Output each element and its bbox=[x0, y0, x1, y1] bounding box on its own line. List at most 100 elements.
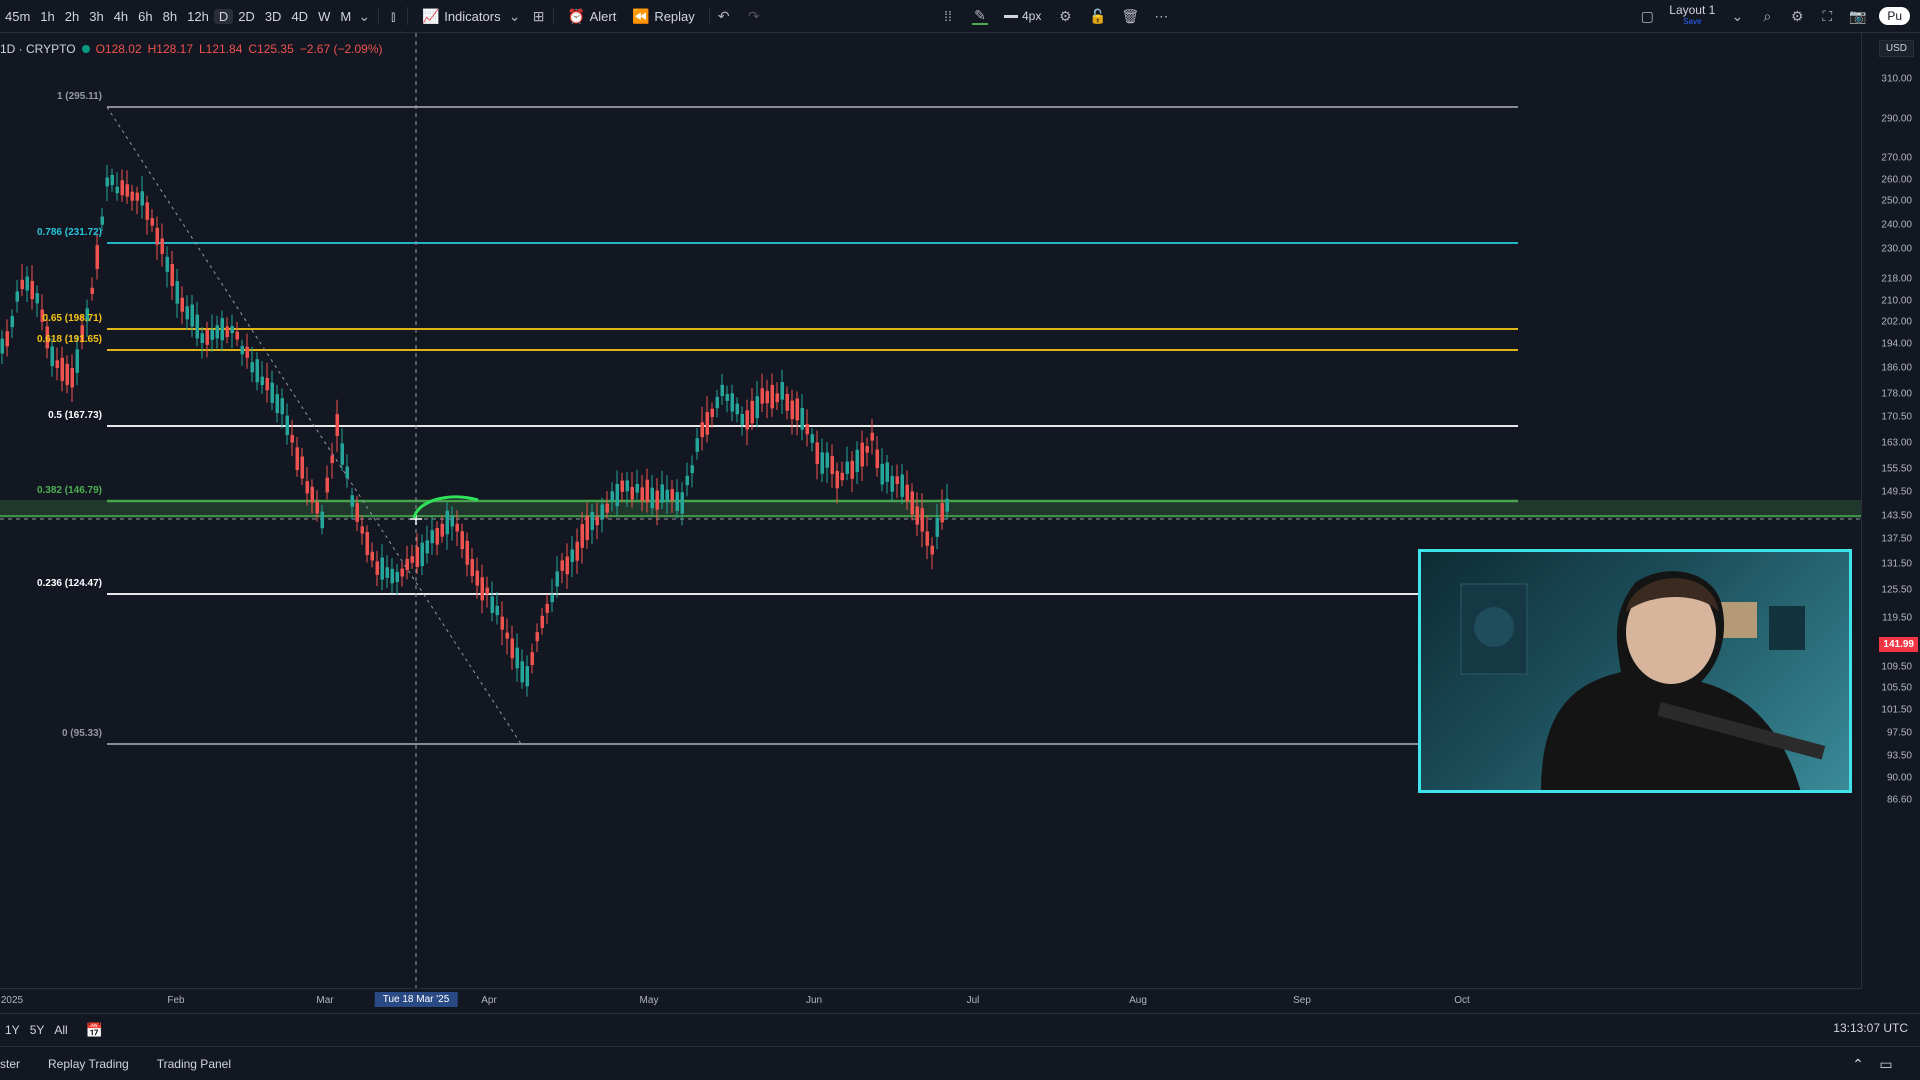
layout-sub-label: Save bbox=[1683, 17, 1702, 26]
candle-body bbox=[765, 390, 769, 404]
timeframe-w-button[interactable]: W bbox=[313, 9, 335, 24]
candle-body bbox=[310, 486, 314, 503]
price-chart[interactable] bbox=[0, 33, 1862, 988]
camera-icon[interactable]: 📷 bbox=[1849, 8, 1866, 24]
candle-body bbox=[105, 177, 109, 187]
tab-replay-trading[interactable]: Replay Trading bbox=[34, 1057, 143, 1071]
line-width-button[interactable]: 4px bbox=[1004, 9, 1041, 23]
candle-body bbox=[220, 318, 224, 341]
trash-icon[interactable]: 🗑 bbox=[1121, 8, 1139, 24]
alert-button[interactable]: ⏰ Alert bbox=[560, 8, 625, 24]
price-tick-label: 270.00 bbox=[1881, 152, 1912, 164]
candle-body bbox=[845, 461, 849, 474]
timeframe-m-button[interactable]: M bbox=[335, 9, 356, 24]
candle-body bbox=[495, 605, 499, 616]
tab-screener[interactable]: ster bbox=[0, 1057, 34, 1071]
candle-body bbox=[435, 527, 439, 545]
fullscreen-icon[interactable]: ⛶ bbox=[1819, 8, 1835, 24]
timeframe-6h-button[interactable]: 6h bbox=[133, 9, 157, 24]
candle-body bbox=[860, 442, 864, 467]
price-tick-label: 137.50 bbox=[1881, 533, 1912, 545]
layout-square-icon[interactable]: ▢ bbox=[1639, 8, 1655, 24]
grid-icon[interactable]: ⁞⁞ bbox=[940, 8, 956, 24]
candle-body bbox=[835, 470, 839, 489]
settings-icon[interactable]: ⚙ bbox=[1057, 8, 1073, 24]
candle-body bbox=[355, 503, 359, 522]
candle-body bbox=[320, 511, 324, 529]
quick-search-icon[interactable]: ⌕ bbox=[1759, 8, 1775, 24]
candle-body bbox=[135, 192, 139, 201]
candle-body bbox=[850, 460, 854, 479]
range-5y-button[interactable]: 5Y bbox=[25, 1023, 50, 1037]
price-tick-label: 143.50 bbox=[1881, 510, 1912, 522]
candle-body bbox=[90, 287, 94, 294]
timeframe-1h-button[interactable]: 1h bbox=[35, 9, 59, 24]
candle-body bbox=[675, 492, 679, 511]
calendar-icon[interactable]: 📅 bbox=[81, 1022, 107, 1038]
price-tick-label: 178.00 bbox=[1881, 388, 1912, 400]
timeframe-d-button[interactable]: D bbox=[213, 8, 234, 24]
timeframe-2h-button[interactable]: 2h bbox=[60, 9, 84, 24]
candle-body bbox=[905, 484, 909, 502]
range-all-button[interactable]: All bbox=[49, 1023, 72, 1037]
layout-button[interactable]: Layout 1 Save bbox=[1669, 4, 1715, 27]
candle-body bbox=[420, 542, 424, 566]
timeframe-4d-button[interactable]: 4D bbox=[286, 9, 313, 24]
candle-body bbox=[330, 455, 334, 464]
candle-body bbox=[805, 424, 809, 435]
divider bbox=[552, 7, 554, 25]
price-axis[interactable]: 310.00 290.00 270.00 260.00 250.00 240.00 230.… bbox=[1861, 33, 1920, 988]
chevron-down-icon[interactable]: ⌄ bbox=[1729, 8, 1745, 24]
candle-body bbox=[115, 186, 119, 194]
candle-body bbox=[235, 331, 239, 340]
settings-icon[interactable]: ⚙ bbox=[1789, 8, 1805, 24]
price-tick-label: 218.00 bbox=[1881, 273, 1912, 285]
timeframe-2d-button[interactable]: 2D bbox=[233, 9, 260, 24]
pencil-icon[interactable]: ✎ bbox=[972, 7, 988, 25]
candle-body bbox=[95, 245, 99, 269]
timeframe-45m-button[interactable]: 45m bbox=[0, 9, 35, 24]
timeframe-3h-button[interactable]: 3h bbox=[84, 9, 108, 24]
templates-icon[interactable]: ⊞ bbox=[531, 8, 547, 24]
timeframe-8h-button[interactable]: 8h bbox=[158, 9, 182, 24]
maximize-icon[interactable]: ▭ bbox=[1864, 1056, 1908, 1072]
time-axis[interactable]: 2025 Feb Mar Apr May Jun Jul Aug Sep Oct Tue 18 Ma… bbox=[0, 988, 1862, 1013]
candle-body bbox=[920, 508, 924, 532]
candle-body bbox=[415, 546, 419, 568]
lock-icon[interactable]: 🔓 bbox=[1089, 8, 1106, 24]
fib-level-label: 0 (95.33) bbox=[61, 728, 102, 739]
utc-clock[interactable]: 13:13:07 UTC bbox=[1833, 1021, 1908, 1035]
range-1y-button[interactable]: 1Y bbox=[0, 1023, 25, 1037]
indicators-button[interactable]: 📈 Indicators ⌄ bbox=[414, 8, 530, 24]
candle-body bbox=[555, 571, 559, 587]
replay-button[interactable]: ⏪ Replay bbox=[624, 8, 702, 24]
publish-button[interactable]: Pu bbox=[1879, 7, 1910, 25]
candle-body bbox=[890, 476, 894, 492]
divider bbox=[378, 7, 380, 25]
redo-icon[interactable]: ↷ bbox=[746, 8, 762, 24]
timeframe-12h-button[interactable]: 12h bbox=[182, 9, 214, 24]
chevron-down-icon[interactable]: ⌄ bbox=[356, 8, 372, 24]
more-icon[interactable]: ⋯ bbox=[1153, 8, 1169, 24]
candle-body bbox=[500, 616, 504, 630]
undo-icon[interactable]: ↶ bbox=[716, 8, 732, 24]
candle-body bbox=[705, 411, 709, 435]
candle-body bbox=[440, 523, 444, 537]
candle-body bbox=[215, 325, 219, 339]
candle-body bbox=[620, 480, 624, 492]
candle-body bbox=[825, 452, 829, 468]
candle-body bbox=[830, 456, 834, 474]
candle-body bbox=[900, 474, 904, 497]
candle-body bbox=[510, 638, 514, 659]
candles-icon[interactable]: ⫾ bbox=[385, 8, 401, 24]
time-tick-label: Mar bbox=[316, 995, 334, 1006]
price-tick-label: 260.00 bbox=[1881, 174, 1912, 186]
tab-trading-panel[interactable]: Trading Panel bbox=[143, 1057, 245, 1071]
candle-body bbox=[290, 434, 294, 443]
timeframe-selector: 45m 1h 2h 3h 4h 6h 8h 12h D 2D 3D 4D W M bbox=[0, 8, 356, 24]
right-toolbar: ▢ Layout 1 Save ⌄ ⌕ ⚙ ⛶ 📷 Pu bbox=[1639, 0, 1920, 32]
timeframe-3d-button[interactable]: 3D bbox=[260, 9, 287, 24]
candle-body bbox=[535, 632, 539, 642]
time-tick-label: Jul bbox=[966, 995, 980, 1006]
timeframe-4h-button[interactable]: 4h bbox=[109, 9, 133, 24]
